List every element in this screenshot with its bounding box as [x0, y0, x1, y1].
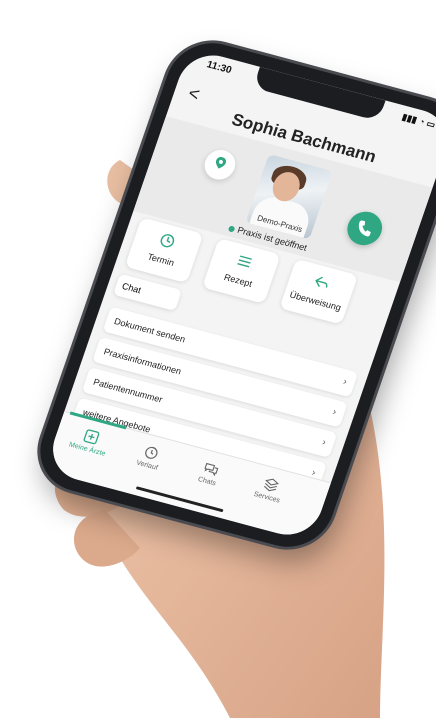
chat-bubbles-icon [204, 462, 219, 477]
layers-icon [263, 478, 280, 492]
list-icon [237, 255, 252, 268]
chevron-right-icon: › [320, 437, 328, 449]
menu-item-label: Praxisinformationen [102, 346, 183, 377]
history-icon [145, 446, 158, 459]
rezept-button[interactable]: Rezept [202, 238, 281, 304]
menu-item-label: Patientennummer [91, 376, 164, 405]
termin-button[interactable]: Termin [124, 217, 204, 284]
home-indicator [135, 486, 224, 513]
tab-label: Chats [196, 475, 217, 488]
status-dot [227, 225, 236, 233]
termin-label: Termin [146, 251, 176, 268]
chevron-right-icon: › [341, 376, 349, 388]
tab-services[interactable]: Services [237, 471, 303, 509]
ueberweisung-button[interactable]: Überweisung [279, 258, 359, 325]
rezept-label: Rezept [222, 272, 254, 289]
status-icons: ▮▮▮ ◔ ▭ [400, 112, 436, 131]
plus-square-icon [83, 429, 100, 445]
signal-icon: ▮▮▮ [400, 111, 419, 125]
tab-verlauf[interactable]: Verlauf [117, 438, 183, 476]
tab-meine-aerzte[interactable]: Meine Ärzte [57, 422, 123, 460]
reply-arrow-icon [315, 276, 328, 288]
tab-chats[interactable]: Chats [177, 454, 243, 492]
battery-icon: ▭ [425, 118, 436, 130]
ueberweisung-label: Überweisung [288, 289, 343, 313]
status-time: 11:30 [205, 59, 233, 77]
chevron-right-icon: › [331, 406, 338, 418]
menu-item-label: Dokument senden [112, 316, 187, 345]
tab-label: Meine Ärzte [67, 441, 107, 458]
location-pin-icon [215, 157, 227, 169]
clock-icon [160, 234, 175, 248]
tab-label: Services [252, 490, 281, 505]
phone-icon [358, 220, 371, 237]
